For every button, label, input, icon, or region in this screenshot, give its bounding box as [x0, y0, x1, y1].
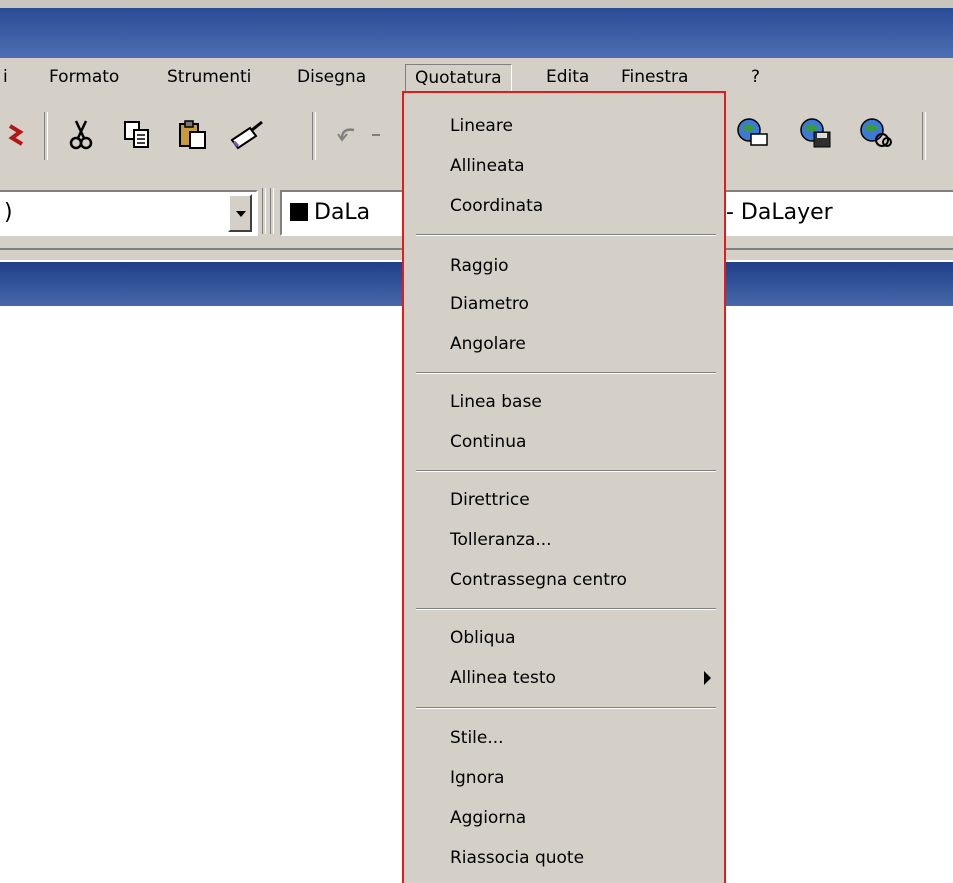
menu-help[interactable]: ? — [742, 64, 769, 90]
submenu-arrow-icon — [704, 671, 711, 685]
menu-disegna[interactable]: Disegna — [288, 64, 375, 90]
menu-item-riassocia-quote[interactable]: Riassocia quote — [450, 843, 584, 873]
toolbar-separator — [922, 112, 926, 160]
toolbar-separator — [312, 112, 316, 160]
cut-icon[interactable] — [64, 118, 98, 152]
menu-quotatura[interactable]: Quotatura — [405, 64, 512, 92]
menu-item-aggiorna[interactable]: Aggiorna — [450, 803, 526, 833]
paste-icon[interactable] — [176, 118, 210, 152]
menu-separator — [416, 707, 716, 709]
menu-item-stile[interactable]: Stile... — [450, 723, 504, 753]
toolbar-separator — [262, 188, 266, 234]
toolbar-separator — [44, 112, 48, 160]
menu-item-coordinata[interactable]: Coordinata — [450, 191, 543, 221]
print-preview-icon[interactable] — [735, 116, 769, 150]
menu-edita[interactable]: Edita — [537, 64, 598, 90]
copy-icon[interactable] — [120, 118, 154, 152]
match-properties-icon[interactable] — [228, 118, 263, 152]
menu-item-angolare[interactable]: Angolare — [450, 329, 526, 359]
toolbar-separator — [270, 188, 274, 234]
layer-combo-value: ) — [4, 200, 13, 225]
menu-item-obliqua[interactable]: Obliqua — [450, 623, 516, 653]
menu-item-lineare[interactable]: Lineare — [450, 111, 513, 141]
layer-combo[interactable]: ) — [0, 190, 258, 236]
toolbar-partial-icon[interactable] — [6, 120, 26, 150]
menu-separator — [416, 608, 716, 610]
menu-separator — [416, 372, 716, 374]
layer-combo-dropdown-button[interactable] — [228, 194, 252, 232]
menu-item-allineata[interactable]: Allineata — [450, 151, 525, 181]
menu-item-contrassegna-centro[interactable]: Contrassegna centro — [450, 565, 627, 595]
title-bar — [0, 0, 953, 58]
color-swatch — [290, 203, 308, 221]
linetype-combo[interactable]: - DaLayer — [726, 190, 953, 236]
quotatura-dropdown-menu: Lineare Allineata Coordinata Raggio Diam… — [402, 91, 726, 883]
color-combo[interactable]: DaLa — [280, 190, 414, 236]
menu-item-raggio[interactable]: Raggio — [450, 251, 509, 281]
web-icon[interactable] — [858, 116, 892, 150]
menu-item-diametro[interactable]: Diametro — [450, 289, 529, 319]
menu-separator — [416, 234, 716, 236]
menu-item-allinea-testo[interactable]: Allinea testo — [450, 663, 556, 693]
undo-icon[interactable] — [332, 118, 392, 152]
save-icon[interactable] — [798, 116, 832, 150]
menu-item-ignora[interactable]: Ignora — [450, 763, 504, 793]
menu-item-continua[interactable]: Continua — [450, 427, 526, 457]
menu-separator — [416, 470, 716, 472]
menu-item-partial[interactable]: i — [0, 64, 17, 90]
menu-strumenti[interactable]: Strumenti — [158, 64, 260, 90]
menu-finestra[interactable]: Finestra — [612, 64, 697, 90]
menu-formato[interactable]: Formato — [40, 64, 128, 90]
menu-item-tolleranza[interactable]: Tolleranza... — [450, 525, 552, 555]
menu-item-linea-base[interactable]: Linea base — [450, 387, 542, 417]
color-combo-value: DaLa — [314, 200, 371, 225]
menu-item-direttrice[interactable]: Direttrice — [450, 485, 530, 515]
linetype-combo-value: - DaLayer — [726, 200, 833, 225]
